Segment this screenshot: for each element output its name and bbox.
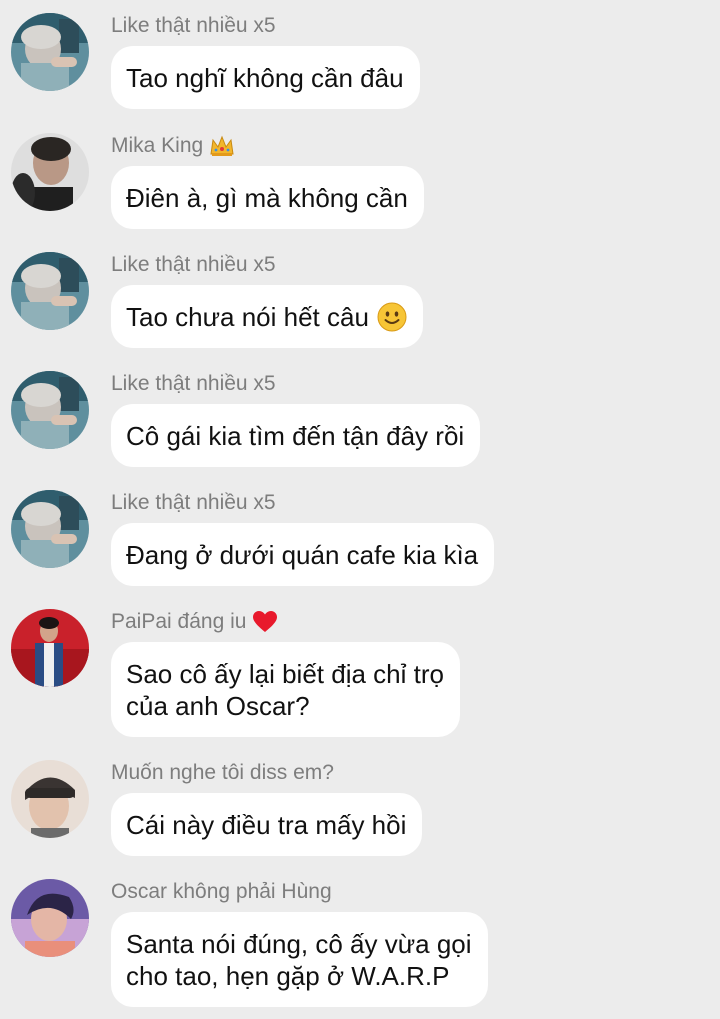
sender-name: Like thật nhiều x5 <box>111 490 276 516</box>
sender-name-text: Like thật nhiều x5 <box>111 372 276 395</box>
message-text: Tao chưa nói hết câu <box>126 302 369 332</box>
sender-name: Like thật nhiều x5 <box>111 371 276 397</box>
message-bubble[interactable]: Sao cô ấy lại biết địa chỉ trọ của anh O… <box>111 642 460 737</box>
crown-icon <box>209 134 235 158</box>
message-bubble[interactable]: Santa nói đúng, cô ấy vừa gọi cho tao, h… <box>111 912 488 1007</box>
message-bubble[interactable]: Tao chưa nói hết câu <box>111 285 423 348</box>
avatar-like-image <box>11 252 89 330</box>
sender-name: Mika King <box>111 133 235 159</box>
sender-name: Like thật nhiều x5 <box>111 13 276 39</box>
sender-name-text: Like thật nhiều x5 <box>111 14 276 37</box>
avatar-mika-image <box>11 133 89 211</box>
sender-name: Muốn nghe tôi diss em? <box>111 760 334 786</box>
message-text: Santa nói đúng, cô ấy vừa gọi <box>126 929 472 959</box>
sender-name-text: Mika King <box>111 134 204 157</box>
sender-name: Like thật nhiều x5 <box>111 252 276 278</box>
avatar[interactable] <box>11 609 89 687</box>
avatar[interactable] <box>11 252 89 330</box>
heart-icon <box>252 610 278 634</box>
avatar[interactable] <box>11 13 89 91</box>
message-text: của anh Oscar? <box>126 691 310 721</box>
avatar[interactable] <box>11 490 89 568</box>
sender-name: Oscar không phải Hùng <box>111 879 332 905</box>
message-bubble[interactable]: Cái này điều tra mấy hồi <box>111 793 423 856</box>
avatar[interactable] <box>11 133 89 211</box>
sender-name-text: Oscar không phải Hùng <box>111 880 332 903</box>
avatar[interactable] <box>11 879 89 957</box>
message-bubble[interactable]: Đang ở dưới quán cafe kia kìa <box>111 523 495 586</box>
sender-name-text: Like thật nhiều x5 <box>111 253 276 276</box>
message-text: Sao cô ấy lại biết địa chỉ trọ <box>126 659 444 689</box>
avatar-muon-image <box>11 760 89 838</box>
message-text: Tao nghĩ không cần đâu <box>126 63 404 93</box>
sender-name: PaiPai đáng iu <box>111 609 278 635</box>
smile-emoji-icon <box>377 302 407 332</box>
sender-name-text: Muốn nghe tôi diss em? <box>111 761 334 784</box>
message-text: Cô gái kia tìm đến tận đây rồi <box>126 421 465 451</box>
avatar-oscar-image <box>11 879 89 957</box>
avatar-like-image <box>11 371 89 449</box>
message-bubble[interactable]: Cô gái kia tìm đến tận đây rồi <box>111 404 481 467</box>
message-text: Điên à, gì mà không cần <box>126 183 408 213</box>
message-text: Đang ở dưới quán cafe kia kìa <box>126 540 479 570</box>
message-bubble[interactable]: Điên à, gì mà không cần <box>111 166 424 229</box>
avatar[interactable] <box>11 760 89 838</box>
chat-thread: Like thật nhiều x5 Tao nghĩ không cần đâ… <box>0 0 720 1019</box>
avatar[interactable] <box>11 371 89 449</box>
avatar-paipai-image <box>11 609 89 687</box>
sender-name-text: Like thật nhiều x5 <box>111 491 276 514</box>
message-text: cho tao, hẹn gặp ở W.A.R.P <box>126 961 450 991</box>
avatar-like-image <box>11 490 89 568</box>
message-text: Cái này điều tra mấy hồi <box>126 810 407 840</box>
message-bubble[interactable]: Tao nghĩ không cần đâu <box>111 46 420 109</box>
avatar-like-image <box>11 13 89 91</box>
sender-name-text: PaiPai đáng iu <box>111 610 247 633</box>
